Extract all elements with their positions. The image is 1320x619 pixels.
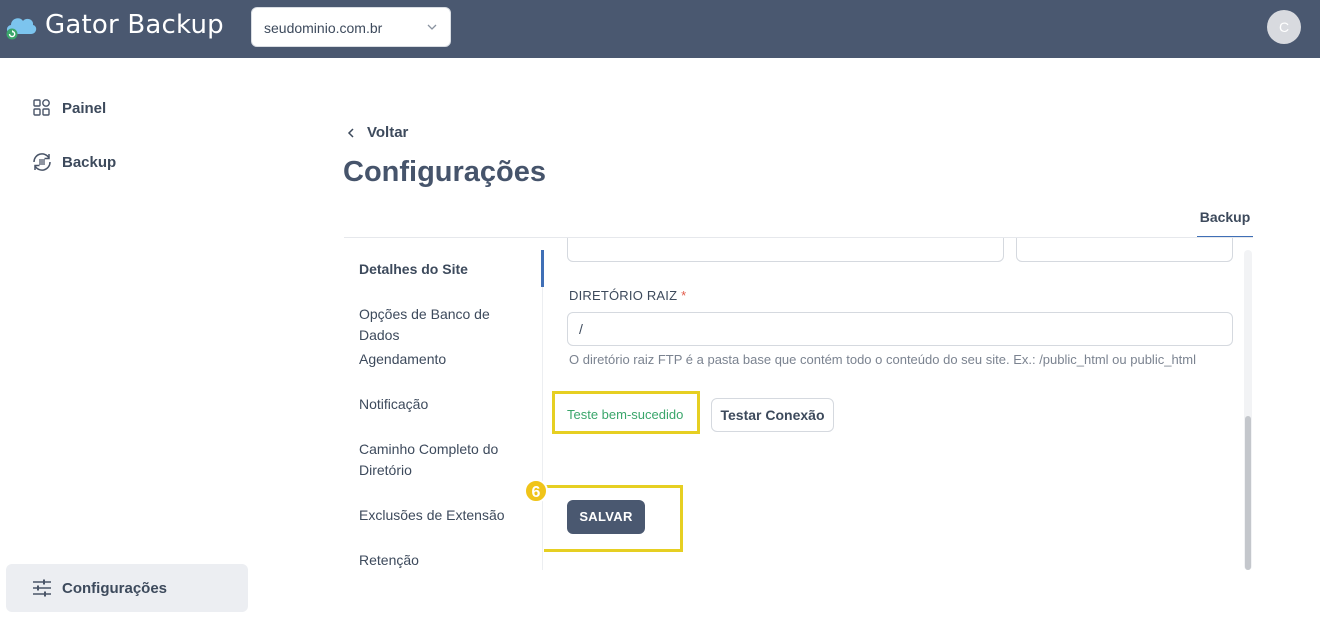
sidebar-item-label: Configurações: [62, 580, 168, 597]
section-item-opcoes-banco-dados[interactable]: Opções de Banco de Dados: [359, 304, 534, 346]
root-dir-label-text: DIRETÓRIO RAIZ: [569, 288, 678, 303]
sidebar-item-painel[interactable]: Painel: [30, 96, 106, 120]
section-item-exclusoes-extensao[interactable]: Exclusões de Extensão: [359, 505, 534, 526]
sidebar-item-configuracoes[interactable]: Configurações: [6, 564, 248, 612]
domain-select-value: seudominio.com.br: [264, 20, 383, 36]
section-item-retencao[interactable]: Retenção: [359, 550, 534, 571]
dashboard-grid-icon: [33, 99, 50, 116]
partial-select-field[interactable]: [1016, 238, 1233, 262]
top-bar: Gator Backup seudominio.com.br C: [0, 0, 1320, 58]
sidebar-item-label: Backup: [62, 153, 117, 171]
partial-input-field[interactable]: [567, 238, 1004, 262]
domain-select[interactable]: seudominio.com.br: [251, 7, 451, 47]
scrollbar-thumb[interactable]: [1245, 416, 1251, 570]
settings-form: DIRETÓRIO RAIZ * O diretório raiz FTP é …: [544, 238, 1244, 573]
section-divider: [542, 250, 543, 570]
test-connection-button[interactable]: Testar Conexão: [711, 398, 834, 432]
section-item-detalhes-do-site[interactable]: Detalhes do Site: [359, 259, 534, 280]
root-dir-label: DIRETÓRIO RAIZ *: [569, 288, 686, 303]
step-badge: 6: [524, 479, 548, 503]
chevron-left-icon: [347, 127, 354, 138]
back-link[interactable]: Voltar: [344, 124, 408, 141]
app-title: Gator Backup: [45, 10, 224, 40]
section-item-caminho-completo[interactable]: Caminho Completo do Diretório: [359, 439, 509, 481]
sidebar-item-backup[interactable]: Backup: [30, 150, 116, 174]
section-item-notificacao[interactable]: Notificação: [359, 394, 534, 415]
section-item-agendamento[interactable]: Agendamento: [359, 349, 534, 370]
chevron-down-icon: [427, 24, 437, 30]
page-title: Configurações: [343, 156, 547, 188]
save-button[interactable]: SALVAR: [567, 500, 645, 534]
backup-sync-icon: [33, 153, 51, 171]
required-mark: *: [681, 288, 687, 303]
back-label: Voltar: [367, 124, 409, 141]
sliders-icon: [33, 579, 51, 597]
cloud-logo-icon: [6, 18, 37, 40]
tab-backup[interactable]: Backup: [1197, 209, 1253, 238]
root-dir-help: O diretório raiz FTP é a pasta base que …: [569, 352, 1197, 367]
avatar[interactable]: C: [1267, 10, 1301, 44]
root-dir-input[interactable]: [567, 312, 1233, 346]
sidebar-item-label: Painel: [62, 99, 107, 117]
test-status: Teste bem-sucedido: [567, 407, 684, 422]
